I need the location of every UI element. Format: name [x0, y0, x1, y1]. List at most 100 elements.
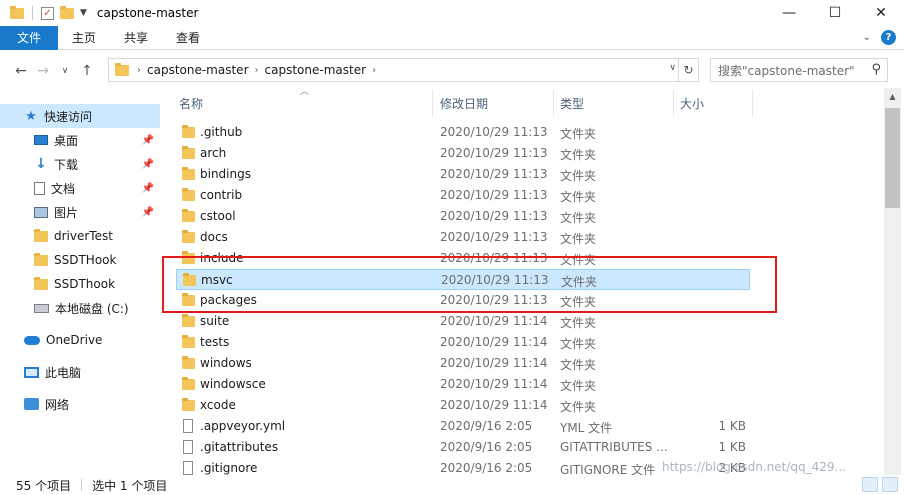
sidebar-item[interactable]: 桌面 📌 [0, 128, 160, 152]
file-type: 文件夹 [560, 400, 597, 414]
file-row[interactable]: .gitattributes 2020/9/16 2:05 GITATTRIBUTE… [176, 437, 750, 458]
up-arrow-icon[interactable]: ↑ [76, 63, 98, 79]
search-icon[interactable]: ⚲ [871, 62, 881, 77]
file-row[interactable]: windowsce 2020/10/29 11:14 文件夹 [176, 374, 750, 395]
file-type: 文件夹 [560, 127, 597, 141]
forward-arrow-icon[interactable]: → [32, 63, 54, 79]
sidebar-item-label: 图片 [54, 205, 79, 220]
properties-icon[interactable]: ✓ [41, 6, 54, 20]
refresh-icon[interactable]: ↻ [678, 59, 698, 81]
file-date: 2020/10/29 11:14 [440, 398, 548, 412]
search-placeholder: 搜索"capstone-master" [718, 63, 855, 78]
file-type: 文件夹 [560, 169, 597, 183]
chevron-right-icon[interactable]: › [372, 65, 376, 76]
sidebar-item-label: SSDTHook [54, 253, 117, 267]
folder-icon [182, 377, 195, 390]
file-name: bindings [200, 167, 251, 181]
file-row[interactable]: bindings 2020/10/29 11:13 文件夹 [176, 164, 750, 185]
file-row[interactable]: suite 2020/10/29 11:14 文件夹 [176, 311, 750, 332]
folder-icon [34, 228, 48, 242]
sidebar-item[interactable]: driverTest [0, 224, 160, 248]
tab-file[interactable]: 文件 [0, 25, 58, 50]
breadcrumb-item[interactable]: capstone-master [265, 63, 367, 77]
sidebar-item[interactable]: 文档 📌 [0, 176, 160, 200]
file-date: 2020/10/29 11:13 [440, 167, 548, 181]
column-divider[interactable] [673, 90, 674, 116]
file-row[interactable]: tests 2020/10/29 11:14 文件夹 [176, 332, 750, 353]
file-type: 文件夹 [560, 211, 597, 225]
sidebar-item[interactable]: 网络 [0, 392, 160, 416]
pin-icon[interactable]: 📌 [142, 207, 154, 218]
sidebar-item[interactable]: OneDrive [0, 328, 160, 352]
file-date: 2020/10/29 11:14 [440, 356, 548, 370]
large-icons-view-button[interactable] [882, 477, 898, 492]
file-name: xcode [200, 398, 236, 412]
scroll-up-arrow-icon[interactable]: ▲ [884, 88, 901, 104]
file-date: 2020/9/16 2:05 [440, 461, 533, 475]
sidebar-item[interactable]: 此电脑 [0, 360, 160, 384]
customize-toolbar-dropdown[interactable]: ▼ [80, 8, 87, 18]
details-view-button[interactable] [862, 477, 878, 492]
column-divider[interactable] [553, 90, 554, 116]
close-button[interactable]: ✕ [858, 0, 904, 26]
recent-locations-chevron-icon[interactable]: ∨ [54, 66, 76, 76]
help-icon[interactable]: ? [881, 30, 896, 45]
file-row[interactable]: contrib 2020/10/29 11:13 文件夹 [176, 185, 750, 206]
column-header-size[interactable]: 大小 [680, 90, 750, 116]
sidebar-item-label: 此电脑 [45, 365, 82, 380]
pin-icon[interactable]: 📌 [142, 159, 154, 170]
chevron-right-icon[interactable]: › [255, 65, 259, 76]
folder-icon [182, 146, 195, 159]
file-row[interactable]: .github 2020/10/29 11:13 文件夹 [176, 122, 750, 143]
file-row[interactable]: docs 2020/10/29 11:13 文件夹 [176, 227, 750, 248]
file-type: GITIGNORE 文件 [560, 463, 656, 475]
column-divider[interactable] [432, 90, 433, 116]
file-row[interactable]: windows 2020/10/29 11:14 文件夹 [176, 353, 750, 374]
column-divider[interactable] [752, 90, 753, 116]
vertical-scrollbar[interactable]: ▲ [884, 88, 901, 475]
file-row[interactable]: cstool 2020/10/29 11:13 文件夹 [176, 206, 750, 227]
new-folder-icon[interactable] [60, 5, 74, 19]
sidebar-item[interactable]: ↓ 下载 📌 [0, 152, 160, 176]
file-row[interactable]: arch 2020/10/29 11:13 文件夹 [176, 143, 750, 164]
maximize-button[interactable]: ☐ [812, 0, 858, 26]
folder-icon [182, 167, 195, 180]
file-name: docs [200, 230, 228, 244]
file-row[interactable]: .appveyor.yml 2020/9/16 2:05 YML 文件 1 KB [176, 416, 750, 437]
pin-icon[interactable]: 📌 [142, 135, 154, 146]
column-header-type[interactable]: 类型 [560, 90, 670, 116]
sidebar-item[interactable]: 本地磁盘 (C:) [0, 296, 160, 320]
tab-share[interactable]: 共享 [110, 26, 162, 50]
chevron-right-icon[interactable]: › [137, 65, 141, 76]
folder-icon [182, 209, 195, 222]
file-row[interactable]: xcode 2020/10/29 11:14 文件夹 [176, 395, 750, 416]
scrollbar-thumb[interactable] [885, 108, 900, 208]
file-type: 文件夹 [560, 190, 597, 204]
address-history-dropdown[interactable]: ∨ [669, 63, 676, 73]
back-arrow-icon[interactable]: ← [10, 63, 32, 79]
expand-ribbon-icon[interactable]: ⌄ [863, 32, 871, 43]
breadcrumb-item[interactable]: capstone-master [147, 63, 249, 77]
ribbon-tabs: 文件 主页 共享 查看 ⌄ ? [0, 25, 904, 50]
folder-icon [182, 188, 195, 201]
watermark-text: https://blog.csdn.net/qq_429... [662, 460, 846, 474]
minimize-button[interactable]: — [766, 0, 812, 26]
star-icon: ★ [25, 108, 37, 124]
sidebar-item[interactable]: ★ 快速访问 [0, 104, 160, 128]
file-type: 文件夹 [560, 232, 597, 246]
sidebar-item[interactable]: SSDThook [0, 272, 160, 296]
address-bar[interactable]: › capstone-master › capstone-master › ∨ … [108, 58, 699, 82]
tab-view[interactable]: 查看 [162, 26, 214, 50]
tab-home[interactable]: 主页 [58, 26, 110, 50]
sidebar-item-label: 下载 [54, 157, 79, 172]
sidebar-item[interactable]: SSDTHook [0, 248, 160, 272]
column-header-date[interactable]: 修改日期 [440, 90, 550, 116]
cloud-icon [24, 335, 40, 345]
item-count: 55 个项目 [16, 478, 72, 493]
column-header-name[interactable]: 名称 [179, 90, 429, 116]
sidebar-item[interactable]: 图片 📌 [0, 200, 160, 224]
pictures-icon [34, 206, 48, 218]
file-date: 2020/10/29 11:13 [440, 209, 548, 223]
pin-icon[interactable]: 📌 [142, 183, 154, 194]
search-input[interactable]: 搜索"capstone-master" ⚲ [710, 58, 888, 82]
